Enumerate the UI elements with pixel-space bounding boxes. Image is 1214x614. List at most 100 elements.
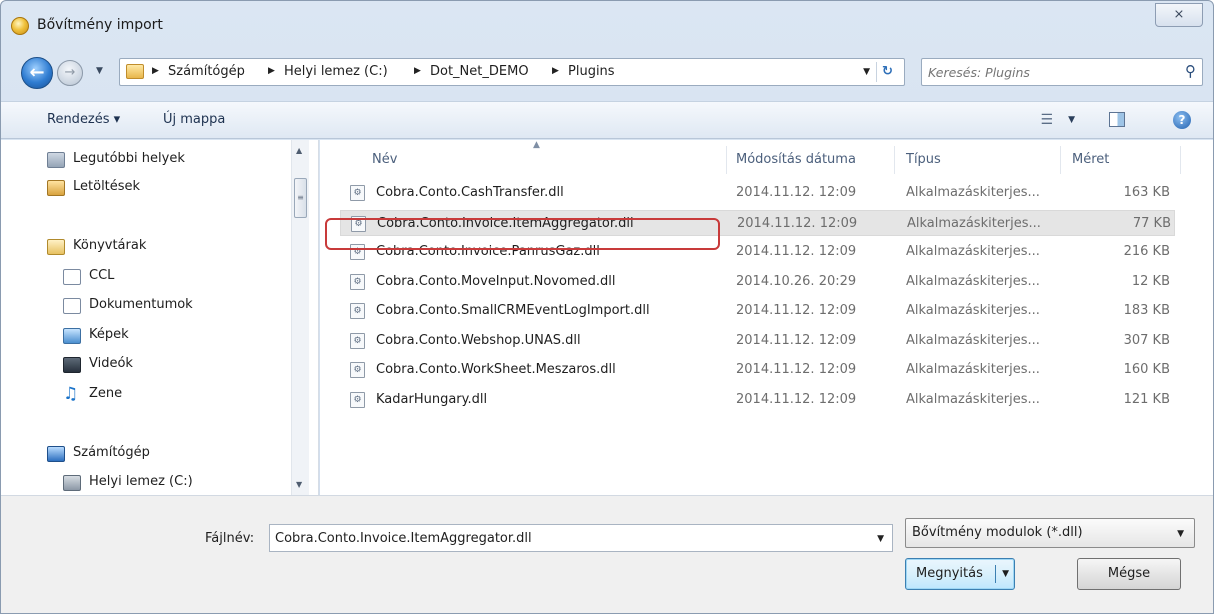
file-type: Alkalmazáskiterjes... xyxy=(906,332,1040,348)
chevron-right-icon[interactable]: ▶ xyxy=(268,66,275,76)
file-date: 2014.11.12. 12:09 xyxy=(736,185,857,200)
file-name: Cobra.Conto.WorkSheet.Meszaros.dll xyxy=(376,362,616,377)
file-date: 2014.11.12. 12:09 xyxy=(736,244,857,259)
dll-file-icon: ⚙ xyxy=(350,332,365,349)
file-date: 2014.10.26. 20:29 xyxy=(736,273,857,289)
filename-input[interactable] xyxy=(275,529,855,547)
sort-ascending-icon: ▲ xyxy=(533,140,540,150)
open-button[interactable]: Megnyitás ▼ xyxy=(905,558,1015,590)
command-toolbar: Rendezés ▾ Új mappa ☰ ▼ ? xyxy=(1,101,1213,139)
dll-file-icon: ⚙ xyxy=(350,185,365,201)
split-divider xyxy=(995,565,996,583)
column-header-date[interactable]: Módosítás dátuma xyxy=(736,152,856,167)
file-row[interactable]: ⚙ Cobra.Conto.MoveInput.Novomed.dll 2014.1… xyxy=(340,269,1175,295)
forward-button[interactable]: → xyxy=(57,60,83,86)
file-size: 160 KB xyxy=(1123,362,1170,377)
navigation-pane: Legutóbbi helyek Letöltések Könyvtárak C… xyxy=(1,140,319,495)
dll-file-icon: ⚙ xyxy=(351,215,366,232)
scroll-up-icon[interactable]: ▲ xyxy=(296,146,302,155)
file-size: 77 KB xyxy=(1132,215,1171,231)
scroll-down-icon[interactable]: ▼ xyxy=(296,480,302,489)
drive-icon xyxy=(63,475,81,491)
file-row[interactable]: ⚙ Cobra.Conto.WorkSheet.Meszaros.dll 2014.… xyxy=(340,357,1175,383)
pictures-icon xyxy=(63,328,81,344)
nav-item-label: CCL xyxy=(89,268,115,283)
column-header-type[interactable]: Típus xyxy=(906,152,941,167)
filetype-value: Bővítmény modulok (*.dll) xyxy=(912,525,1083,540)
dialog-footer: Fájlnév: ▼ Bővítmény modulok (*.dll) ▼ M… xyxy=(1,495,1213,613)
file-type: Alkalmazáskiterjes... xyxy=(906,185,1040,200)
help-icon[interactable]: ? xyxy=(1173,111,1191,129)
open-button-label: Megnyitás xyxy=(916,566,983,581)
nav-item-label: Letöltések xyxy=(73,179,141,194)
column-header-name[interactable]: Név xyxy=(372,152,397,167)
breadcrumb-plugins[interactable]: Plugins xyxy=(568,64,615,79)
view-options-icon[interactable]: ☰ xyxy=(1040,112,1053,128)
downloads-icon xyxy=(47,180,65,196)
file-name: Cobra.Conto.Invoice.PanrusGaz.dll xyxy=(376,244,600,259)
file-row[interactable]: ⚙ KadarHungary.dll 2014.11.12. 12:09 Alkalm… xyxy=(340,387,1175,413)
dll-file-icon: ⚙ xyxy=(350,362,365,378)
dll-file-icon: ⚙ xyxy=(350,391,365,408)
organize-button[interactable]: Rendezés ▾ xyxy=(47,112,120,127)
chevron-right-icon[interactable]: ▶ xyxy=(552,66,559,76)
file-size: 183 KB xyxy=(1123,303,1170,318)
refresh-icon[interactable]: ↻ xyxy=(876,62,898,82)
scroll-thumb[interactable]: ≡ xyxy=(294,178,307,218)
column-divider[interactable] xyxy=(1180,146,1181,174)
file-size: 12 KB xyxy=(1131,273,1170,289)
filetype-dropdown-icon: ▼ xyxy=(1177,529,1184,539)
music-icon: ♫ xyxy=(63,384,79,404)
column-divider[interactable] xyxy=(894,146,895,174)
filename-label: Fájlnév: xyxy=(205,531,255,546)
window-title: Bővítmény import xyxy=(37,17,163,33)
dll-file-icon: ⚙ xyxy=(350,244,365,260)
nav-item-label: Legutóbbi helyek xyxy=(73,151,185,166)
search-icon[interactable]: ⚲ xyxy=(1185,62,1196,80)
cancel-button[interactable]: Mégse xyxy=(1077,558,1181,590)
file-row[interactable]: ⚙ Cobra.Conto.CashTransfer.dll 2014.11.12.… xyxy=(340,180,1175,206)
file-row[interactable]: ⚙ Cobra.Conto.Webshop.UNAS.dll 2014.11.12.… xyxy=(340,328,1175,354)
file-type: Alkalmazáskiterjes... xyxy=(906,362,1040,377)
view-dropdown-icon[interactable]: ▼ xyxy=(1068,115,1075,125)
title-bar: Bővítmény import ⨯ xyxy=(1,1,1213,45)
file-date: 2014.11.12. 12:09 xyxy=(737,215,858,231)
search-input[interactable] xyxy=(928,63,1168,81)
column-header-size[interactable]: Méret xyxy=(1072,152,1109,167)
close-button[interactable]: ⨯ xyxy=(1155,3,1203,27)
recent-pages-dropdown[interactable]: ▼ xyxy=(96,66,103,76)
search-box: ⚲ xyxy=(921,58,1203,86)
nav-item-label: Számítógép xyxy=(73,445,150,460)
library-icon xyxy=(47,239,65,255)
file-size: 307 KB xyxy=(1123,332,1170,348)
new-folder-button[interactable]: Új mappa xyxy=(163,112,225,127)
file-row[interactable]: ⚙ Cobra.Conto.Invoice.PanrusGaz.dll 2014.1… xyxy=(340,239,1175,265)
file-name: Cobra.Conto.CashTransfer.dll xyxy=(376,185,564,200)
nav-item-label: Videók xyxy=(89,356,133,371)
file-name: Cobra.Conto.MoveInput.Novomed.dll xyxy=(376,273,616,289)
chevron-right-icon[interactable]: ▶ xyxy=(414,66,421,76)
open-dropdown-icon[interactable]: ▼ xyxy=(1002,569,1009,579)
file-type: Alkalmazáskiterjes... xyxy=(906,273,1040,289)
address-bar[interactable]: ▶ Számítógép ▶ Helyi lemez (C:) ▶ Dot_Ne… xyxy=(119,58,905,86)
app-icon xyxy=(11,17,29,35)
breadcrumb-computer[interactable]: Számítógép xyxy=(168,64,245,79)
file-row[interactable]: ⚙ Cobra.Conto.SmallCRMEventLogImport.dll 2… xyxy=(340,298,1175,324)
file-size: 121 KB xyxy=(1123,391,1170,407)
address-dropdown-icon[interactable]: ▼ xyxy=(863,67,870,77)
nav-scrollbar[interactable]: ▲ ≡ ▼ xyxy=(291,140,309,495)
column-divider[interactable] xyxy=(1060,146,1061,174)
file-row[interactable]: ⚙ Cobra.Conto.Invoice.ItemAggregator.dll 2… xyxy=(340,209,1175,236)
file-type: Alkalmazáskiterjes... xyxy=(906,303,1040,318)
breadcrumb-drive[interactable]: Helyi lemez (C:) xyxy=(284,64,388,79)
nav-item-label: Könyvtárak xyxy=(73,238,147,253)
chevron-right-icon[interactable]: ▶ xyxy=(152,66,159,76)
recent-places-icon xyxy=(47,152,65,168)
filename-dropdown-icon[interactable]: ▼ xyxy=(877,534,884,544)
preview-pane-icon[interactable] xyxy=(1109,112,1125,127)
back-button[interactable]: ← xyxy=(21,57,53,89)
breadcrumb-folder[interactable]: Dot_Net_DEMO xyxy=(430,64,529,79)
column-divider[interactable] xyxy=(726,146,727,174)
filetype-select[interactable]: Bővítmény modulok (*.dll) ▼ xyxy=(905,518,1195,548)
file-list: ▲ Név Módosítás dátuma Típus Méret ⚙ Cobr… xyxy=(320,140,1213,495)
